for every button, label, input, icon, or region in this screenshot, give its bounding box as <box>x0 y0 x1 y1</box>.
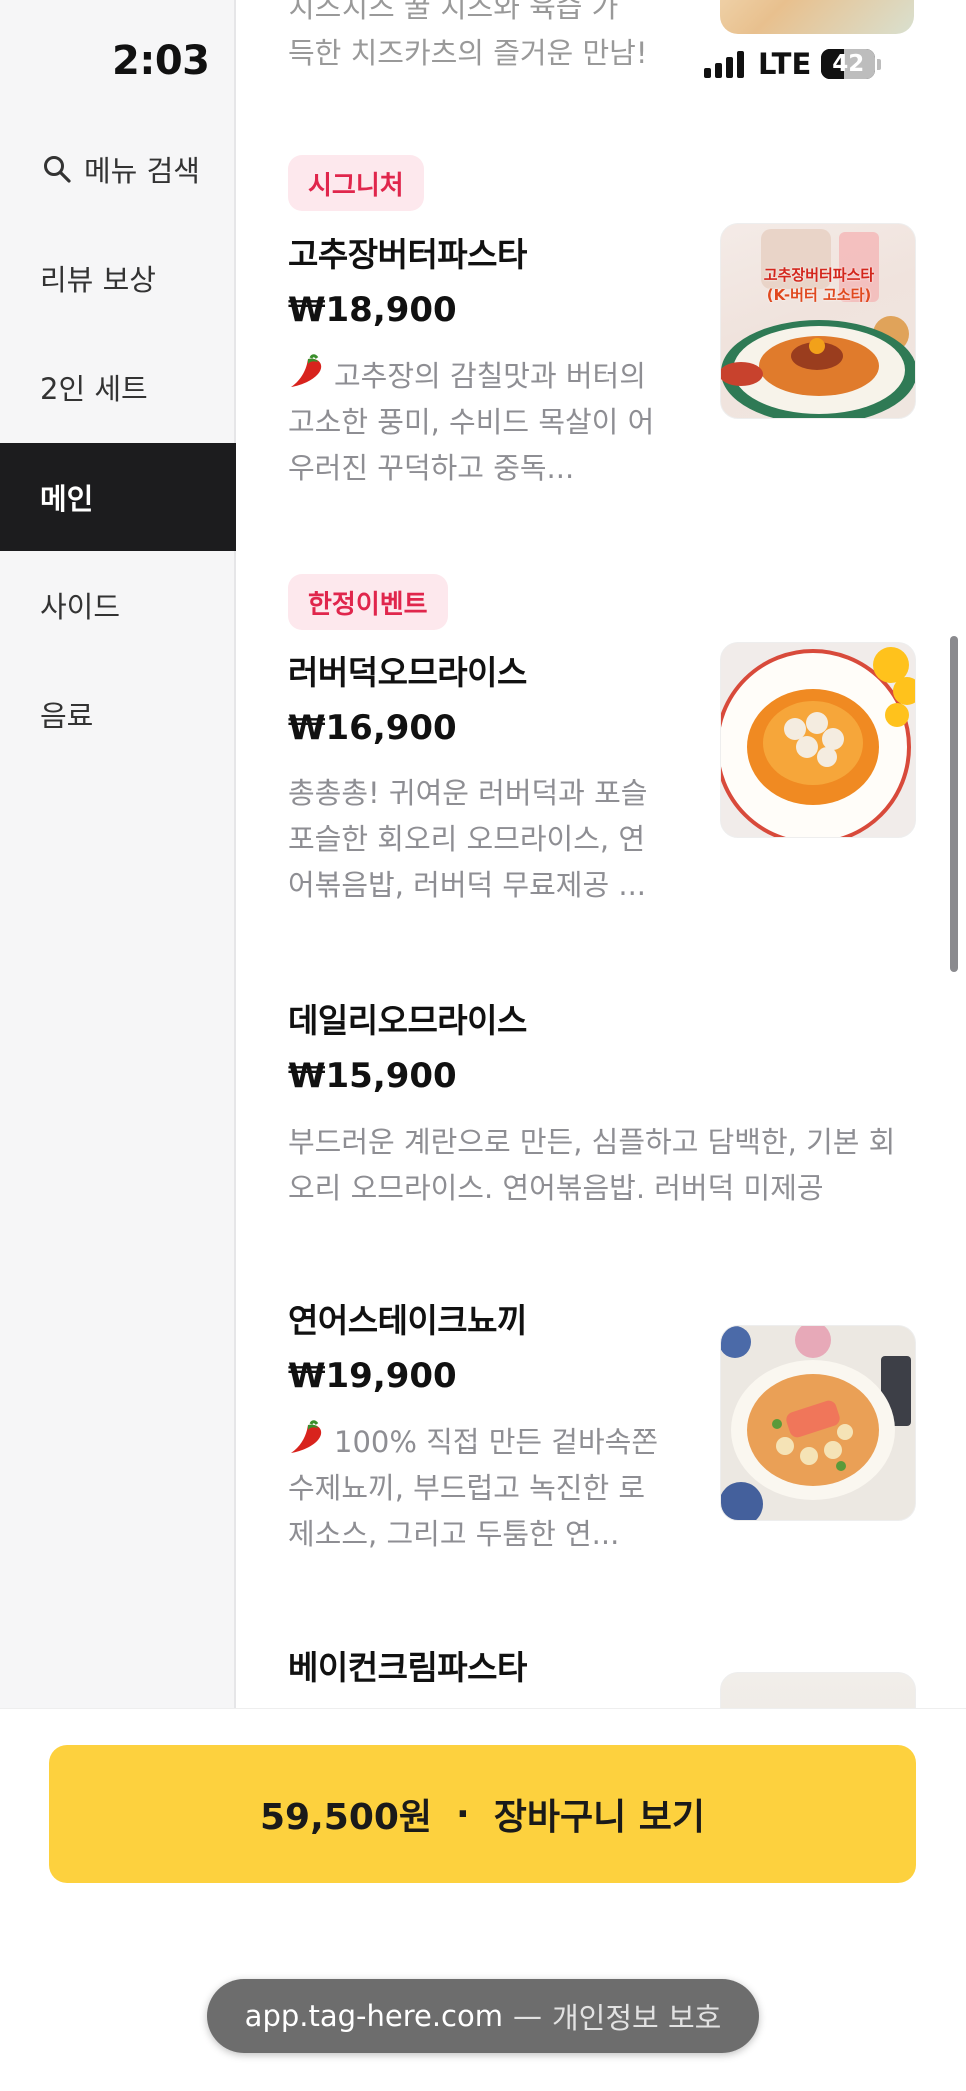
menu-item-description-text: 100% 직접 만든 겉바속쫀 수제뇨끼, 부드럽고 녹진한 로제소스, 그리고… <box>288 1425 659 1551</box>
browser-url-pill[interactable]: app.tag-here.com — 개인정보 보호 <box>207 1979 759 2053</box>
network-type: LTE <box>758 47 812 81</box>
cart-total: 59,500원 <box>260 1797 433 1838</box>
menu-item-thumbnail[interactable] <box>720 1672 916 1708</box>
menu-item-price: ₩16,900 <box>288 708 457 748</box>
menu-item-name: 데일리오므라이스 <box>288 1001 527 1040</box>
chili-pepper-icon <box>291 354 322 387</box>
menu-item-price: ₩19,900 <box>288 1356 457 1396</box>
cart-label: 장바구니 보기 <box>493 1797 705 1838</box>
menu-item-description-text: 고추장의 감칠맛과 버터의 고소한 풍미, 수비드 목살이 어우러진 꾸덕하고 … <box>288 359 655 485</box>
chili-pepper-icon <box>291 1420 322 1453</box>
menu-item-name: 고추장버터파스타 <box>288 235 527 274</box>
battery-level: 42 <box>832 51 865 77</box>
sidebar-item-label: 메인 <box>40 482 94 516</box>
previous-item-description-line1: 치즈치즈 꿀 치즈와 육즙 가 <box>288 0 619 24</box>
thumbnail-title: 고추장버터파스타 <box>763 266 875 284</box>
privacy-note: 개인정보 보호 <box>552 2001 722 2035</box>
badge-signature: 시그니처 <box>288 155 424 211</box>
battery-cap <box>877 58 882 70</box>
menu-item-price: ₩15,900 <box>288 1056 457 1096</box>
previous-item-thumbnail[interactable] <box>720 0 914 34</box>
sidebar-item-side[interactable]: 사이드 <box>0 551 236 659</box>
menu-item-name: 러버덕오므라이스 <box>288 653 527 692</box>
sidebar-item-label: 음료 <box>40 699 94 733</box>
menu-item-description: 100% 직접 만든 겉바속쫀 수제뇨끼, 부드럽고 녹진한 로제소스, 그리고… <box>288 1418 668 1556</box>
search-icon <box>44 156 71 183</box>
sidebar-item-main[interactable]: 메인 <box>0 443 236 551</box>
gnocchi-photo <box>721 1326 911 1520</box>
cart-separator: · <box>456 1793 470 1835</box>
omurice-photo <box>721 647 915 837</box>
signal-strength-icon <box>704 50 748 78</box>
menu-item-name: 베이컨크림파스타 <box>288 1648 527 1687</box>
sidebar-item-drinks[interactable]: 음료 <box>0 660 236 768</box>
sidebar-item-label: 사이드 <box>40 590 121 624</box>
previous-item-description-line2: 득한 치즈카츠의 즐거운 만남! <box>288 36 648 70</box>
menu-item-description: 고추장의 감칠맛과 버터의 고소한 풍미, 수비드 목살이 어우러진 꾸덕하고 … <box>288 352 668 490</box>
status-time: 2:03 <box>112 38 210 84</box>
thumbnail-subtitle: (K-버터 고소타) <box>766 286 872 304</box>
sidebar-item-label: 리뷰 보상 <box>40 263 156 297</box>
menu-search-label: 메뉴 검색 <box>84 154 200 188</box>
sidebar-item-set-for-two[interactable]: 2인 세트 <box>0 333 236 441</box>
status-bar-right: LTE 42 <box>704 46 882 82</box>
menu-item-price: ₩18,900 <box>288 290 457 330</box>
menu-search-button[interactable]: 메뉴 검색 <box>0 115 236 223</box>
sidebar-item-review-reward[interactable]: 리뷰 보상 <box>0 224 236 332</box>
menu-item-thumbnail[interactable]: 고추장버터파스타 (K-버터 고소타) <box>720 223 916 419</box>
menu-item-thumbnail[interactable] <box>720 642 916 838</box>
bottom-action-area: 59,500원 · 장바구니 보기 app.tag-here.com — 개인정… <box>0 1708 966 2091</box>
browser-url-separator: — <box>513 1999 542 2033</box>
view-cart-button[interactable]: 59,500원 · 장바구니 보기 <box>49 1745 916 1883</box>
sidebar-item-label: 2인 세트 <box>40 372 148 406</box>
menu-list: 치즈치즈 꿀 치즈와 육즙 가 득한 치즈카츠의 즐거운 만남! 시그니처 고추… <box>238 0 966 1708</box>
menu-item-thumbnail[interactable] <box>720 1325 916 1521</box>
badge-limited-event: 한정이벤트 <box>288 574 448 630</box>
pasta-photo <box>721 229 915 418</box>
menu-item-name: 연어스테이크뇨끼 <box>288 1301 527 1340</box>
browser-url: app.tag-here.com <box>244 1999 503 2033</box>
scroll-indicator[interactable] <box>950 636 958 972</box>
pasta-photo <box>721 1673 916 1708</box>
battery-icon: 42 <box>821 49 876 79</box>
menu-item-description: 총총총! 귀여운 러버덕과 포슬포슬한 회오리 오므라이스, 연어볶음밥, 러버… <box>288 776 648 902</box>
menu-item-description: 부드러운 계란으로 만든, 심플하고 담백한, 기본 회오리 오므라이스. 연어… <box>288 1125 896 1205</box>
